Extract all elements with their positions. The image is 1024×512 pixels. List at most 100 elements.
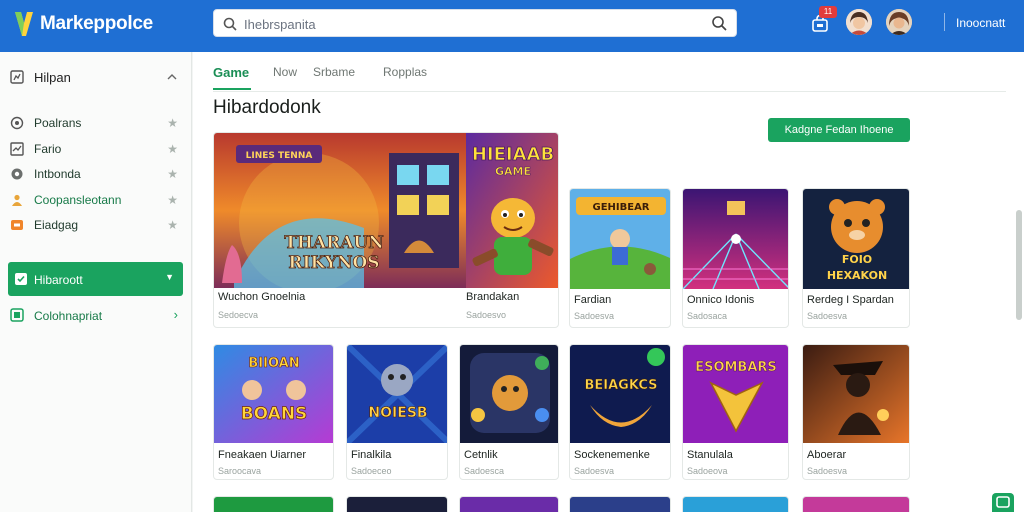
featured-game-card[interactable]: LINES TENNA THARAUN RIKYNOS HIEIAAB GAME…: [213, 132, 559, 328]
search-icon: [223, 17, 237, 31]
scrollbar[interactable]: [1016, 210, 1022, 320]
game-card[interactable]: Onnico Idonis Sadosaca: [682, 188, 789, 328]
game-art-label: GEHIBEAR: [592, 202, 649, 213]
game-subtitle: Sadoesva: [807, 466, 848, 476]
svg-text:GAME: GAME: [495, 165, 531, 178]
star-icon[interactable]: ★: [167, 142, 178, 156]
game-subtitle: Sadoeova: [687, 466, 728, 476]
featured-game-art: LINES TENNA THARAUN RIKYNOS HIEIAAB GAME: [214, 133, 558, 288]
svg-text:BIIOAN: BIIOAN: [248, 356, 299, 371]
sidebar-item-label: Poalrans: [34, 116, 82, 130]
game-card[interactable]: GEHIBEAR Fardian Sadoesva: [569, 188, 671, 328]
star-icon[interactable]: ★: [167, 193, 178, 207]
avatar[interactable]: [886, 9, 912, 35]
sidebar-item-label: Fario: [34, 142, 62, 156]
sidebar-item-intbonda[interactable]: Intbonda ★: [10, 163, 182, 185]
game-art: GEHIBEAR: [570, 189, 670, 289]
logo-icon[interactable]: [12, 9, 36, 39]
search-submit-icon[interactable]: [711, 15, 728, 32]
top-header: Markeppolce 11 Inoocna: [0, 0, 1024, 52]
tab-srbame[interactable]: Srbame: [313, 65, 355, 79]
coin-icon: [10, 116, 24, 130]
ticket-icon: [11, 220, 23, 230]
game-title: Stanulala: [687, 449, 733, 461]
game-card-partial[interactable]: [459, 496, 559, 512]
header-account-link[interactable]: Inoocnatt: [956, 16, 1005, 30]
svg-text:ESOMBARS: ESOMBARS: [695, 360, 777, 375]
avatar[interactable]: [846, 9, 872, 35]
tab-now[interactable]: Now: [273, 65, 297, 79]
star-icon[interactable]: ★: [167, 218, 178, 232]
svg-text:THARAUN: THARAUN: [284, 233, 384, 253]
game-title: Fardian: [574, 294, 612, 306]
caret-icon: ▼: [165, 272, 174, 282]
game-title: Finalkila: [351, 449, 392, 461]
game-art: NOIESB: [347, 345, 447, 443]
game-card-partial[interactable]: [569, 496, 671, 512]
user-icon: [846, 9, 872, 35]
sidebar-item-poalrans[interactable]: Poalrans ★: [10, 112, 182, 134]
game-art-label: FOIO: [842, 253, 872, 266]
sidebar-item-eiadgag[interactable]: Eiadgag ★: [10, 214, 182, 236]
game-art: [683, 189, 788, 289]
game-subtitle: Sadoesva: [807, 311, 848, 321]
game-card-partial[interactable]: [682, 496, 789, 512]
game-card[interactable]: FOIO HEXAKON Rerdeg I Spardan Sadoesva: [802, 188, 910, 328]
tab-game[interactable]: Game: [213, 65, 249, 80]
game-card[interactable]: BIIOAN BOANS Fneakaen Uiarner Saroocava: [213, 344, 334, 480]
star-icon[interactable]: ★: [167, 167, 178, 181]
game-subtitle: Sadoesva: [574, 466, 615, 476]
gamepad-icon: [15, 273, 27, 285]
search-bar[interactable]: [213, 9, 737, 37]
sidebar: Hilpan Poalrans ★ Fario ★ Intbonda ★ Coo…: [0, 52, 192, 512]
game-title: Fneakaen Uiarner: [218, 449, 307, 461]
sidebar-heading-label: Hilpan: [34, 70, 71, 85]
game-art: ESOMBARS: [683, 345, 788, 443]
sidebar-item-colohnapriat[interactable]: Colohnapriat ›: [10, 305, 182, 327]
game-subtitle: Sadoesva: [574, 311, 615, 321]
game-title: Onnico Idonis: [687, 294, 755, 306]
main-content: Game Now Srbame Ropplas Hibardodonk Kadg…: [193, 52, 1024, 512]
game-title: Aboerar: [807, 449, 847, 461]
chart-icon: [10, 142, 24, 156]
game-title: Sockenemenke: [574, 449, 650, 461]
game-subtitle: Saroocava: [218, 466, 262, 476]
game-subtitle: Sadoesca: [464, 466, 505, 476]
sidebar-heading[interactable]: Hilpan: [10, 68, 182, 88]
sidebar-item-fario[interactable]: Fario ★: [10, 138, 182, 160]
svg-text:HEXAKON: HEXAKON: [827, 269, 887, 282]
store-icon: [10, 308, 24, 322]
game-card-partial[interactable]: [802, 496, 910, 512]
sidebar-item-label: Eiadgag: [34, 218, 79, 232]
game-card-partial[interactable]: [213, 496, 334, 512]
game-card-partial[interactable]: [346, 496, 448, 512]
tab-ropplas[interactable]: Ropplas: [383, 65, 427, 79]
chevron-up-icon[interactable]: [166, 71, 178, 83]
cart-badge: 11: [819, 6, 837, 18]
game-card[interactable]: NOIESB Finalkila Sadoeceo: [346, 344, 448, 480]
brand-name[interactable]: Markeppolce: [40, 13, 153, 35]
game-art: FOIO HEXAKON: [803, 189, 909, 289]
sidebar-item-label: Coopansleotann: [34, 193, 122, 207]
featured-subtitle: Sedoecva: [218, 310, 259, 320]
sidebar-active-label: Hibaroott: [34, 273, 83, 287]
game-card[interactable]: ESOMBARS Stanulala Sadoeova: [682, 344, 789, 480]
cta-button[interactable]: Kadgne Fedan Ihoene: [768, 118, 910, 142]
game-card[interactable]: BEIAGKCS Sockenemenke Sadoesva: [569, 344, 671, 480]
chat-icon: [996, 496, 1010, 508]
svg-text:HIEIAAB: HIEIAAB: [472, 144, 554, 165]
game-title: Cetnlik: [464, 449, 498, 461]
sidebar-item-active[interactable]: Hibaroott ▼: [8, 262, 183, 296]
search-input[interactable]: [244, 14, 684, 34]
chat-button[interactable]: [992, 493, 1014, 512]
sidebar-item-coopansleotann[interactable]: Coopansleotann ★: [10, 189, 182, 211]
section-title: Hibardodonk: [213, 97, 321, 118]
game-card[interactable]: Aboerar Sadoesva: [802, 344, 910, 480]
sidebar-item-label: Colohnapriat: [34, 309, 103, 323]
sidebar-item-label: Intbonda: [34, 167, 81, 181]
featured-secondary-subtitle: Sadoesvo: [466, 310, 507, 320]
star-icon[interactable]: ★: [167, 116, 178, 130]
game-card[interactable]: Cetnlik Sadoesca: [459, 344, 559, 480]
game-art: BEIAGKCS: [570, 345, 670, 443]
game-subtitle: Sadosaca: [687, 311, 728, 321]
